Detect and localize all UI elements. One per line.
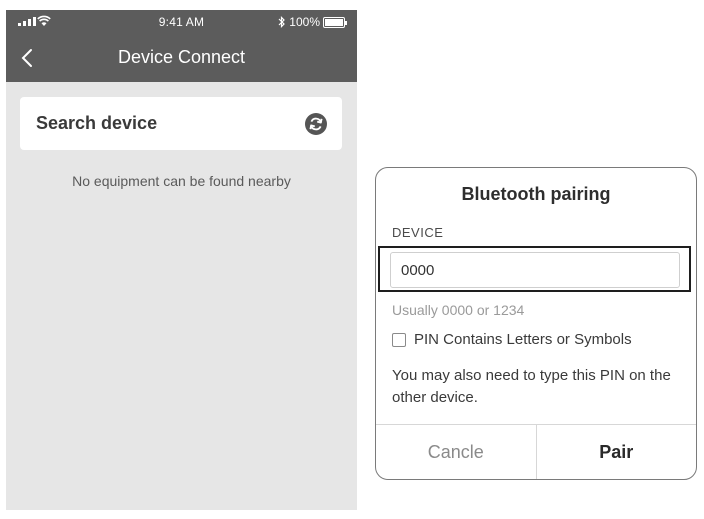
empty-state-message: No equipment can be found nearby: [72, 173, 291, 189]
pairing-note: You may also need to type this PIN on th…: [392, 367, 671, 406]
battery-percent: 100%: [289, 15, 320, 29]
pin-letters-checkbox-row[interactable]: PIN Contains Letters or Symbols: [392, 331, 632, 348]
pair-button[interactable]: Pair: [537, 425, 697, 479]
battery-icon: [323, 16, 347, 28]
dialog-actions: Cancle Pair: [376, 424, 697, 479]
search-device-button[interactable]: Search device: [20, 97, 342, 150]
search-device-label: Search device: [36, 113, 158, 133]
bluetooth-pairing-dialog: Bluetooth pairing DEVICE Usually 0000 or…: [375, 167, 697, 480]
phone-screen: 9:41 AM 100% Device Connect Search devic…: [6, 10, 357, 510]
bluetooth-icon: [278, 16, 286, 28]
status-bar: 9:41 AM 100%: [6, 10, 357, 34]
page-title: Device Connect: [117, 47, 246, 67]
pin-letters-checkbox[interactable]: [392, 332, 406, 347]
device-field-label: DEVICE: [392, 225, 444, 240]
pin-hint: Usually 0000 or 1234: [392, 302, 525, 318]
refresh-icon[interactable]: [304, 112, 328, 136]
nav-bar: Device Connect: [6, 34, 357, 82]
cancel-button[interactable]: Cancle: [376, 425, 537, 479]
status-right: 100%: [278, 15, 347, 29]
pin-letters-checkbox-label: PIN Contains Letters or Symbols: [414, 331, 632, 348]
dialog-title: Bluetooth pairing: [461, 184, 611, 204]
pin-input[interactable]: [390, 252, 680, 288]
